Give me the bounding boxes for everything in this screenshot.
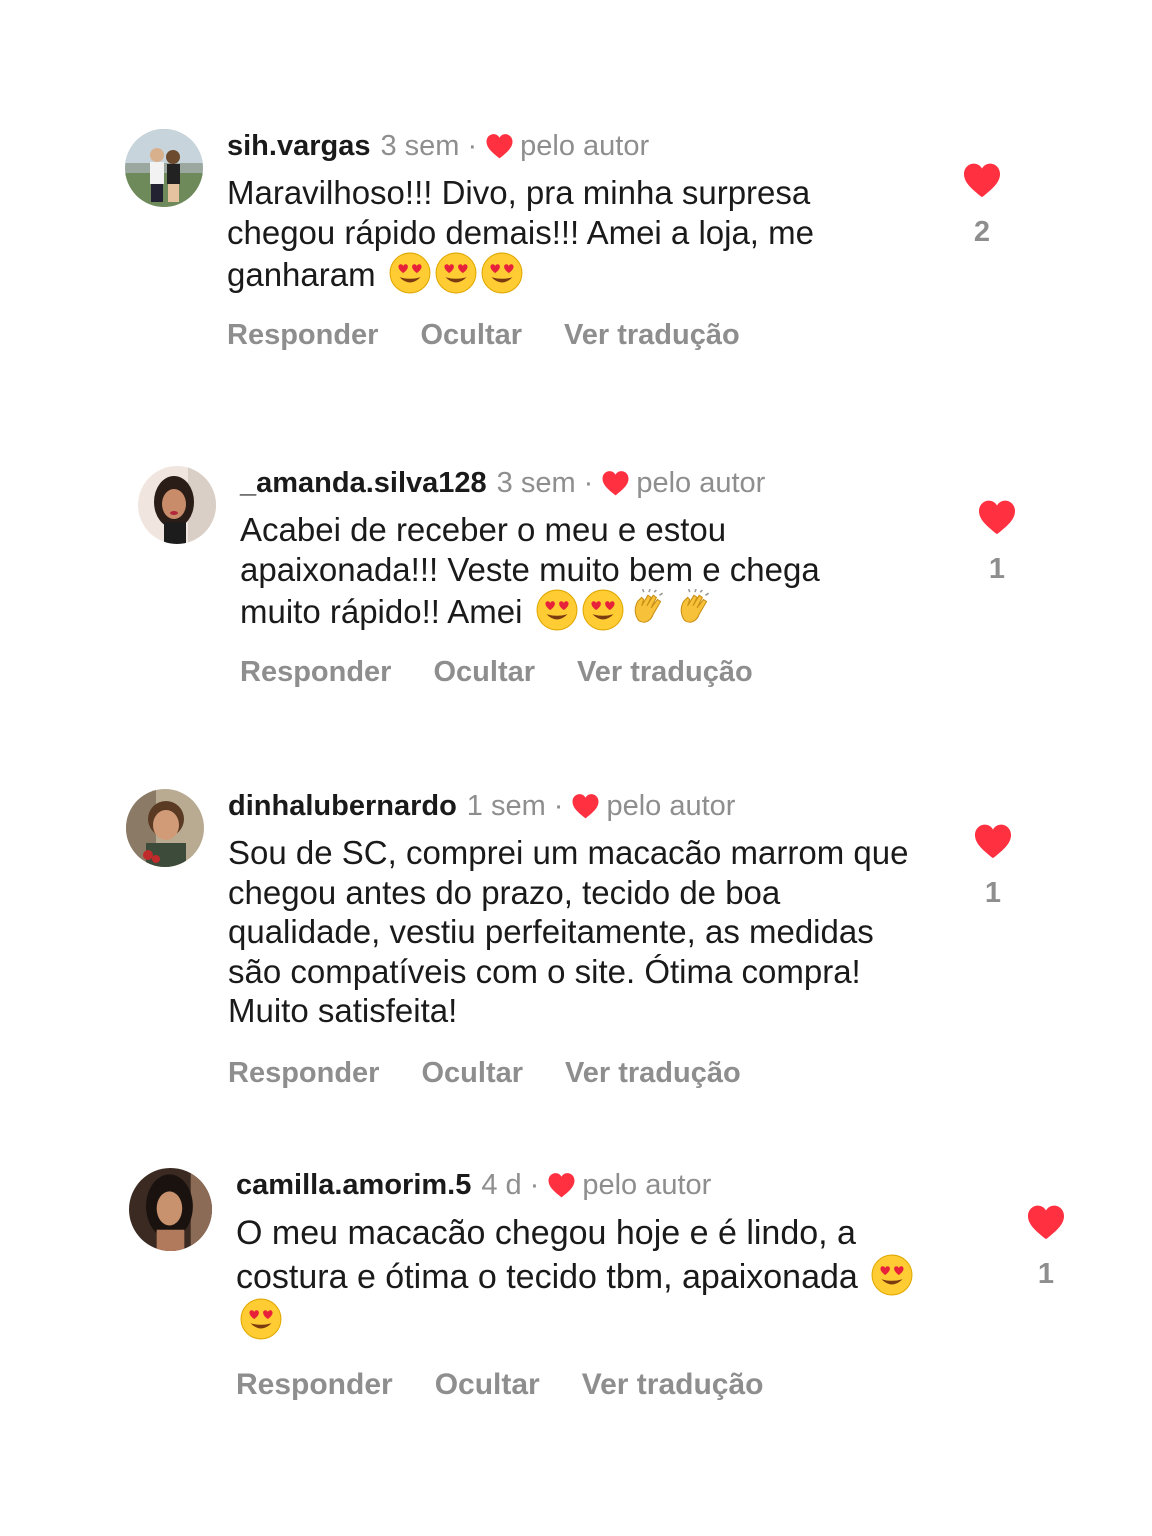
hide-button[interactable]: Ocultar [420, 319, 522, 352]
hide-button[interactable]: Ocultar [421, 1057, 523, 1090]
separator: · [583, 467, 594, 499]
avatar[interactable] [129, 1168, 212, 1251]
author-liked-label: pelo autor [520, 130, 650, 162]
comment-meta: camilla.amorim.5 4 d · pelo autor [236, 1168, 996, 1202]
reply-button[interactable]: Responder [227, 319, 378, 352]
hide-button[interactable]: Ocultar [435, 1368, 540, 1402]
timestamp: 3 sem [496, 467, 576, 499]
heart-eyes-emoji [240, 1298, 282, 1340]
comment-body: O meu macacão chegou hoje e é lindo, a c… [236, 1214, 858, 1296]
like-count: 2 [973, 216, 991, 248]
hide-button[interactable]: Ocultar [433, 656, 535, 689]
reply-button[interactable]: Responder [240, 656, 391, 689]
separator: · [553, 790, 564, 822]
comment-text: Maravilhoso!!! Divo, pra minha surpresa … [227, 173, 887, 295]
clapping-hands-emoji [628, 589, 670, 631]
author-liked-label: pelo autor [636, 467, 766, 499]
comment-actions: Responder Ocultar Ver tradução [240, 656, 960, 689]
like-button[interactable]: 1 [972, 499, 1022, 586]
translate-button[interactable]: Ver tradução [582, 1368, 764, 1402]
timestamp: 4 d [481, 1169, 522, 1201]
username[interactable]: sih.vargas [227, 129, 370, 163]
translate-button[interactable]: Ver tradução [577, 656, 753, 689]
timestamp: 1 sem [466, 790, 546, 822]
like-count: 1 [984, 877, 1002, 909]
avatar[interactable] [126, 789, 204, 867]
heart-icon [1026, 1204, 1066, 1240]
author-heart-icon [547, 1172, 576, 1198]
author-heart-icon [571, 793, 600, 819]
clapping-hands-emoji [674, 589, 716, 631]
translate-button[interactable]: Ver tradução [564, 319, 740, 352]
heart-eyes-emoji [389, 252, 431, 294]
username[interactable]: _amanda.silva128 [240, 466, 487, 500]
heart-eyes-emoji [481, 252, 523, 294]
avatar[interactable] [138, 466, 216, 544]
comment-text: O meu macacão chegou hoje e é lindo, a c… [236, 1212, 956, 1342]
comment-body: Acabei de receber o meu e estou apaixona… [240, 511, 820, 630]
comment-actions: Responder Ocultar Ver tradução [227, 319, 927, 352]
heart-icon [962, 162, 1002, 198]
username[interactable]: dinhalubernardo [228, 789, 457, 823]
separator: · [467, 130, 478, 162]
author-liked-label: pelo autor [582, 1169, 712, 1201]
like-button[interactable]: 2 [957, 162, 1007, 249]
username[interactable]: camilla.amorim.5 [236, 1168, 471, 1202]
comment-actions: Responder Ocultar Ver tradução [236, 1368, 996, 1402]
heart-eyes-emoji [871, 1254, 913, 1296]
author-heart-icon [485, 133, 514, 159]
reply-button[interactable]: Responder [236, 1368, 393, 1402]
heart-icon [977, 499, 1017, 535]
heart-eyes-emoji [582, 589, 624, 631]
like-count: 1 [1037, 1258, 1055, 1290]
comment-actions: Responder Ocultar Ver tradução [228, 1057, 948, 1090]
comment-body: Sou de SC, comprei um macacão marrom que… [228, 834, 909, 1029]
timestamp: 3 sem [380, 130, 460, 162]
comment-meta: sih.vargas 3 sem · pelo autor [227, 129, 927, 163]
comment-text: Acabei de receber o meu e estou apaixona… [240, 510, 900, 632]
heart-eyes-emoji [536, 589, 578, 631]
comment-meta: _amanda.silva128 3 sem · pelo autor [240, 466, 960, 500]
comment-text: Sou de SC, comprei um macacão marrom que… [228, 833, 928, 1031]
reply-button[interactable]: Responder [228, 1057, 379, 1090]
like-count: 1 [988, 553, 1006, 585]
author-heart-icon [601, 470, 630, 496]
heart-eyes-emoji [435, 252, 477, 294]
comment-meta: dinhalubernardo 1 sem · pelo autor [228, 789, 948, 823]
heart-icon [973, 823, 1013, 859]
like-button[interactable]: 1 [968, 823, 1018, 910]
separator: · [529, 1169, 540, 1201]
avatar[interactable] [125, 129, 203, 207]
like-button[interactable]: 1 [1021, 1204, 1071, 1291]
translate-button[interactable]: Ver tradução [565, 1057, 741, 1090]
author-liked-label: pelo autor [606, 790, 736, 822]
